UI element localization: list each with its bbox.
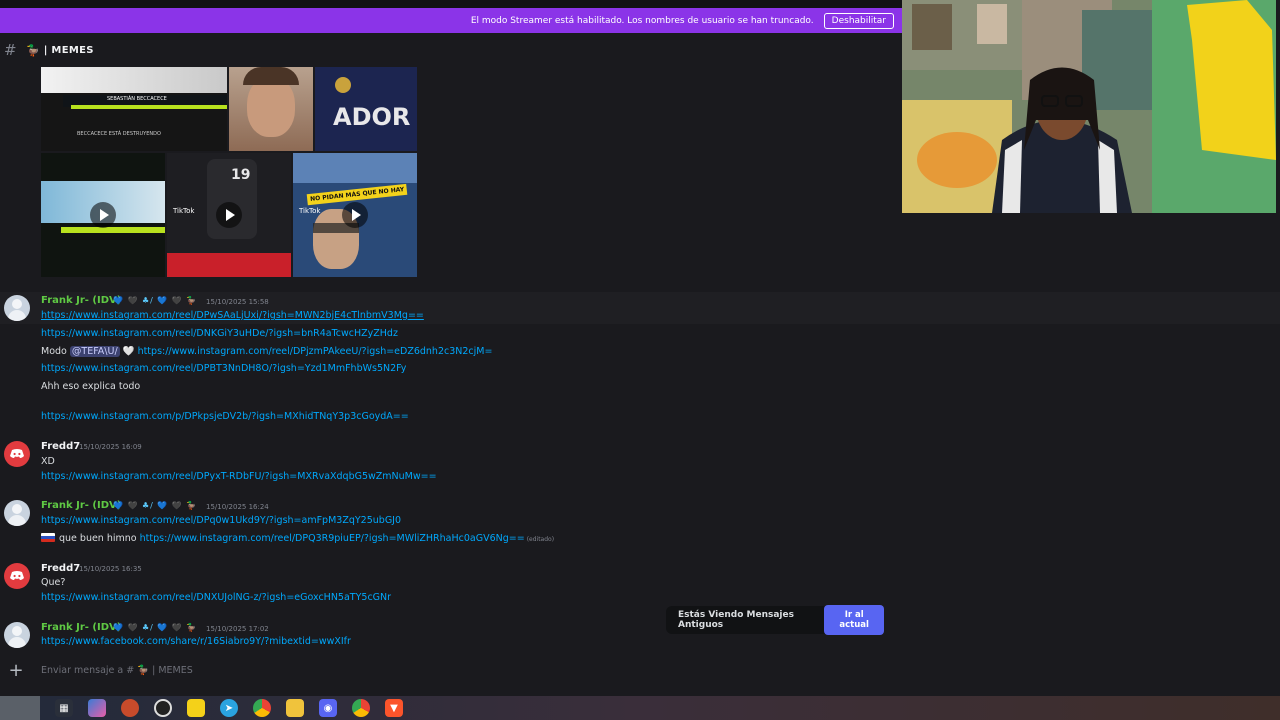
message-input[interactable]: Enviar mensaje a # 🦆 | MEMES: [41, 665, 193, 676]
file-explorer-icon[interactable]: [286, 699, 304, 717]
message-line: https://www.facebook.com/share/r/16Siabr…: [41, 636, 351, 647]
message-line: https://www.instagram.com/reel/DNXUJolNG…: [41, 592, 391, 603]
media-thumb-5-number: 19: [231, 167, 251, 183]
message-line: Modo @TEFA\U/ 🤍 https://www.instagram.co…: [41, 346, 492, 357]
discord-logo-icon: [10, 449, 24, 458]
media-thumb-3[interactable]: ADOR: [315, 67, 417, 151]
avatar[interactable]: [4, 441, 30, 467]
telegram-icon[interactable]: ➤: [220, 699, 238, 717]
app-icon[interactable]: [121, 699, 139, 717]
user-badges: 💙 🖤 ♣/ 💙 🖤 🦆: [113, 501, 198, 510]
message-link[interactable]: https://www.instagram.com/p/DPkpsjeDV2b/…: [41, 411, 409, 422]
message-line: https://www.instagram.com/reel/DPBT3NnDH…: [41, 363, 406, 374]
discord-icon[interactable]: ◉: [319, 699, 337, 717]
timestamp: 15/10/2025 17:02: [206, 625, 269, 633]
user-mention[interactable]: @TEFA\U/: [69, 346, 120, 357]
webcam-overlay: [902, 0, 1276, 213]
channel-hash-icon: #: [4, 41, 17, 59]
media-thumb-4[interactable]: [41, 153, 165, 277]
message-link[interactable]: https://www.instagram.com/reel/DPq0w1Ukd…: [41, 515, 401, 526]
top-strip: [0, 0, 902, 8]
chrome-icon[interactable]: [253, 699, 271, 717]
timestamp: 15/10/2025 16:35: [79, 565, 142, 573]
play-icon[interactable]: [216, 202, 242, 228]
tiktok-label: TikTok: [299, 207, 321, 215]
banner-text: El modo Streamer está habilitado. Los no…: [470, 15, 814, 26]
heart-emoji: 🤍: [122, 346, 135, 357]
media-thumb-6[interactable]: NO PIDAN MÁS QUE NO HAY TikTok: [293, 153, 417, 277]
message-link[interactable]: https://www.instagram.com/reel/DPBT3NnDH…: [41, 363, 406, 374]
message-line: Que?: [41, 577, 65, 588]
avatar[interactable]: [4, 622, 30, 648]
message-link[interactable]: https://www.instagram.com/reel/DPQ3R9piu…: [140, 533, 525, 544]
discord-window: El modo Streamer está habilitado. Los no…: [0, 0, 1280, 720]
avatar[interactable]: [4, 500, 30, 526]
play-icon[interactable]: [342, 202, 368, 228]
sticky-notes-icon[interactable]: [187, 699, 205, 717]
message-text: XD: [41, 456, 55, 467]
brave-icon[interactable]: ▼: [385, 699, 403, 717]
media-thumb-5[interactable]: 19 TikTok: [167, 153, 291, 277]
plus-icon[interactable]: +: [0, 660, 32, 681]
webcam-feed: [902, 0, 1276, 213]
username[interactable]: Frank Jr- (IDV): [41, 295, 121, 306]
media-thumb-1[interactable]: SEBASTIÁN BECCACECE BECCACECE ESTÁ DESTR…: [41, 67, 227, 151]
avatar[interactable]: [4, 563, 30, 589]
tiktok-label: TikTok: [173, 207, 195, 215]
viewing-older-messages-label: Estás Viendo Mensajes Antiguos: [678, 610, 794, 630]
window-preview[interactable]: [0, 696, 40, 720]
media-thumb-1-title: SEBASTIÁN BECCACECE: [107, 96, 167, 102]
username[interactable]: Frank Jr- (IDV): [41, 622, 121, 633]
russia-flag-icon: [41, 533, 55, 542]
jump-to-present-button[interactable]: Ir al actual: [824, 605, 884, 635]
chrome-icon[interactable]: [352, 699, 370, 717]
username[interactable]: Fredd7: [41, 441, 80, 452]
media-thumb-3-text: ADOR: [333, 103, 411, 131]
copilot-icon[interactable]: [88, 699, 106, 717]
duck-icon: 🦆: [26, 43, 40, 57]
message-line: https://www.instagram.com/reel/DPq0w1Ukd…: [41, 515, 401, 526]
message-line: Ahh eso explica todo: [41, 381, 140, 392]
message-line: XD: [41, 456, 55, 467]
username[interactable]: Frank Jr- (IDV): [41, 500, 121, 511]
edited-label: (editado): [526, 536, 555, 543]
message-text: Ahh eso explica todo: [41, 381, 141, 392]
channel-header: # 🦆 | MEMES: [0, 38, 902, 62]
obs-icon[interactable]: [154, 699, 172, 717]
message-line: https://www.instagram.com/reel/DNKGiY3uH…: [41, 328, 398, 339]
message-line: https://www.instagram.com/reel/DPyxT-RDb…: [41, 471, 437, 482]
message-link[interactable]: https://www.instagram.com/reel/DPwSAaLjU…: [41, 310, 424, 321]
message-link[interactable]: https://www.instagram.com/reel/DNXUJolNG…: [41, 592, 391, 603]
channel-name: | MEMES: [43, 44, 94, 56]
message-link[interactable]: https://www.instagram.com/reel/DPjzmPAke…: [138, 346, 493, 357]
media-thumb-2[interactable]: [229, 67, 313, 151]
user-badges: 💙 🖤 ♣/ 💙 🖤 🦆: [113, 296, 198, 305]
message-link[interactable]: https://www.instagram.com/reel/DNKGiY3uH…: [41, 328, 398, 339]
timestamp: 15/10/2025 15:58: [206, 298, 269, 306]
taskbar: ▦ ➤ ◉ ▼: [0, 696, 1280, 720]
message-link[interactable]: https://www.instagram.com/reel/DPyxT-RDb…: [41, 471, 437, 482]
play-icon[interactable]: [90, 202, 116, 228]
discord-logo-icon: [10, 571, 24, 580]
timestamp: 15/10/2025 16:09: [79, 443, 142, 451]
jump-to-present-bar: Estás Viendo Mensajes Antiguos Ir al act…: [666, 605, 884, 635]
user-badges: 💙 🖤 ♣/ 💙 🖤 🦆: [113, 623, 198, 632]
message-text: que buen himno: [59, 533, 137, 544]
message-text: Que?: [41, 577, 66, 588]
avatar[interactable]: [4, 295, 30, 321]
message-composer[interactable]: + Enviar mensaje a # 🦆 | MEMES: [0, 654, 1280, 686]
message-line: https://www.instagram.com/p/DPkpsjeDV2b/…: [41, 411, 409, 422]
streamer-mode-banner: El modo Streamer está habilitado. Los no…: [0, 8, 902, 33]
username[interactable]: Fredd7: [41, 563, 80, 574]
media-thumb-1-caption: BECCACECE ESTÁ DESTRUYENDO: [77, 131, 161, 137]
message-text: Modo: [41, 346, 67, 357]
message-line: https://www.instagram.com/reel/DPwSAaLjU…: [41, 310, 424, 321]
message-line: que buen himno https://www.instagram.com…: [41, 533, 554, 544]
disable-streamer-mode-button[interactable]: Deshabilitar: [823, 12, 894, 29]
timestamp: 15/10/2025 16:24: [206, 503, 269, 511]
task-view-icon[interactable]: ▦: [55, 699, 73, 717]
media-mosaic: SEBASTIÁN BECCACECE BECCACECE ESTÁ DESTR…: [41, 67, 417, 277]
message-link[interactable]: https://www.facebook.com/share/r/16Siabr…: [41, 636, 351, 647]
